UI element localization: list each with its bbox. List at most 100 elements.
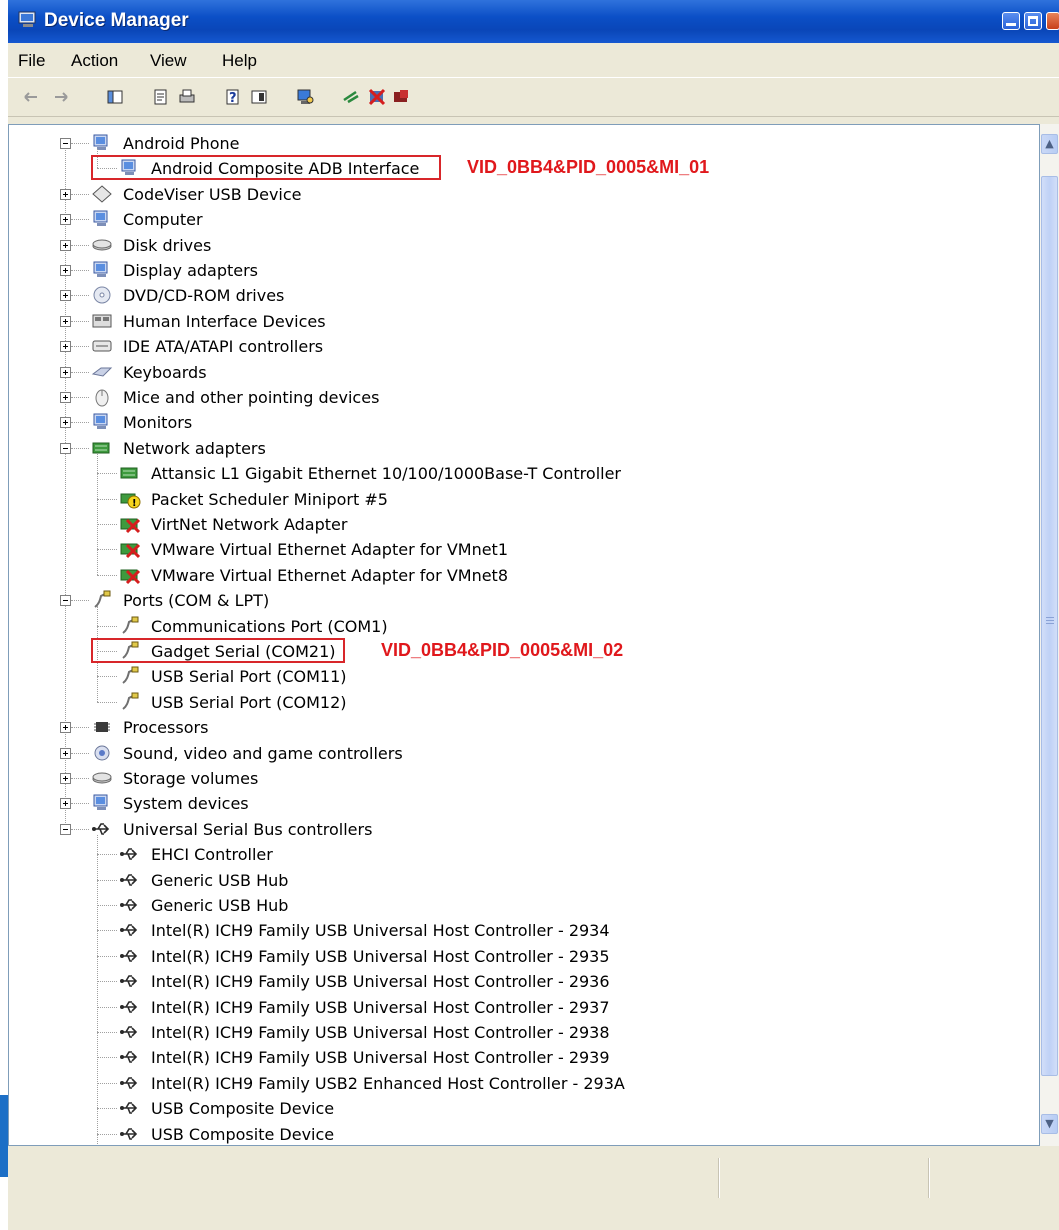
port-icon	[119, 666, 141, 686]
expand-toggle[interactable]	[60, 341, 71, 353]
update-driver-icon[interactable]	[342, 88, 360, 106]
device-category[interactable]: Keyboards	[91, 360, 791, 385]
collapse-toggle[interactable]	[60, 138, 71, 149]
help-icon[interactable]: ?	[224, 88, 242, 106]
scroll-thumb[interactable]	[1041, 176, 1058, 1076]
device-item[interactable]: USB Composite Device	[119, 1096, 819, 1121]
expand-toggle[interactable]	[60, 239, 71, 251]
device-item[interactable]: Attansic L1 Gigabit Ethernet 10/100/1000…	[119, 461, 819, 486]
view-icon[interactable]	[250, 88, 268, 106]
tree-connector	[97, 1108, 117, 1110]
device-category[interactable]: Human Interface Devices	[91, 309, 791, 334]
vertical-scrollbar[interactable]: ▲ ▼	[1040, 124, 1059, 1146]
scan-hardware-icon[interactable]	[296, 88, 314, 106]
expand-toggle[interactable]	[60, 366, 71, 378]
forward-arrow-icon[interactable]	[52, 88, 70, 106]
collapse-toggle[interactable]	[60, 823, 71, 835]
device-category[interactable]: Ports (COM & LPT)	[91, 588, 791, 613]
expand-toggle[interactable]	[60, 265, 71, 276]
tree-connector	[71, 295, 89, 297]
tree-connector	[71, 397, 89, 398]
collapse-toggle[interactable]	[60, 595, 71, 607]
tree-guide-line	[97, 834, 98, 1145]
device-category[interactable]: Storage volumes	[91, 766, 791, 791]
title-bar[interactable]: Device Manager	[8, 0, 1059, 43]
console-tree-icon[interactable]	[106, 88, 124, 106]
device-item[interactable]: USB Serial Port (COM11)	[119, 664, 819, 689]
device-category[interactable]: Disk drives	[91, 233, 791, 258]
expand-toggle[interactable]	[60, 747, 71, 759]
device-label: Intel(R) ICH9 Family USB2 Enhanced Host …	[151, 1073, 625, 1093]
device-category[interactable]: Universal Serial Bus controllers	[91, 817, 791, 842]
device-category[interactable]: DVD/CD-ROM drives	[91, 283, 791, 308]
disable-device-icon[interactable]	[368, 88, 386, 106]
usb-icon	[119, 870, 141, 890]
device-category[interactable]: Computer	[91, 207, 791, 232]
device-category[interactable]: Monitors	[91, 410, 791, 435]
device-item[interactable]: VirtNet Network Adapter	[119, 512, 819, 537]
expand-toggle[interactable]	[60, 214, 71, 226]
disk-icon	[91, 768, 113, 788]
expand-toggle[interactable]	[60, 315, 71, 327]
tree-connector	[97, 930, 117, 932]
device-label: System devices	[123, 794, 249, 814]
status-bar	[8, 1150, 1059, 1230]
properties-icon[interactable]	[152, 88, 170, 106]
device-item[interactable]: ! Packet Scheduler Miniport #5	[119, 487, 819, 512]
print-icon[interactable]	[178, 88, 196, 106]
collapse-toggle[interactable]	[60, 442, 71, 454]
device-item[interactable]: Intel(R) ICH9 Family USB2 Enhanced Host …	[119, 1071, 819, 1096]
device-item[interactable]: Communications Port (COM1)	[119, 614, 819, 639]
expand-toggle[interactable]	[60, 722, 71, 734]
status-separator	[928, 1158, 930, 1198]
device-label: Network adapters	[123, 438, 266, 458]
device-item[interactable]: Generic USB Hub	[119, 893, 819, 918]
network-icon	[91, 438, 113, 458]
device-item[interactable]: USB Serial Port (COM12)	[119, 690, 819, 715]
device-category[interactable]: Network adapters	[91, 436, 791, 461]
device-item[interactable]: USB Composite Device	[119, 1122, 819, 1145]
back-arrow-icon[interactable]	[22, 88, 40, 106]
vid-pid-annotation: VID_0BB4&PID_0005&MI_01	[467, 157, 710, 178]
usb-icon	[91, 819, 113, 839]
device-category[interactable]: Mice and other pointing devices	[91, 385, 791, 410]
scroll-up-button[interactable]: ▲	[1041, 134, 1058, 154]
device-item[interactable]: Intel(R) ICH9 Family USB Universal Host …	[119, 995, 819, 1020]
device-item[interactable]: Generic USB Hub	[119, 868, 819, 893]
device-category[interactable]: Processors	[91, 715, 791, 740]
expand-toggle[interactable]	[60, 188, 71, 200]
device-item[interactable]: EHCI Controller	[119, 842, 819, 867]
device-item[interactable]: Intel(R) ICH9 Family USB Universal Host …	[119, 1020, 819, 1045]
tree-connector	[97, 473, 117, 475]
device-category[interactable]: Sound, video and game controllers	[91, 741, 791, 766]
expand-toggle[interactable]	[60, 798, 71, 810]
device-category[interactable]: Android Phone	[91, 131, 791, 156]
device-item[interactable]: VMware Virtual Ethernet Adapter for VMne…	[119, 537, 819, 562]
device-item[interactable]: VMware Virtual Ethernet Adapter for VMne…	[119, 563, 819, 588]
device-item[interactable]: Intel(R) ICH9 Family USB Universal Host …	[119, 969, 819, 994]
tree-connector	[97, 625, 117, 627]
device-label: Generic USB Hub	[151, 896, 289, 915]
expand-toggle[interactable]	[60, 773, 71, 784]
uninstall-device-icon[interactable]	[392, 88, 410, 106]
expand-toggle[interactable]	[60, 417, 71, 429]
expand-toggle[interactable]	[60, 392, 71, 403]
menu-file[interactable]: File	[18, 51, 45, 71]
device-category[interactable]: System devices	[91, 791, 791, 816]
maximize-button[interactable]	[1024, 12, 1042, 30]
expand-toggle[interactable]	[60, 290, 71, 302]
device-tree-pane[interactable]: Android Phone Android Composite ADB Inter…	[8, 124, 1040, 1146]
device-category[interactable]: IDE ATA/ATAPI controllers	[91, 334, 791, 359]
tree-connector	[71, 219, 89, 221]
device-item[interactable]: Intel(R) ICH9 Family USB Universal Host …	[119, 1045, 819, 1070]
minimize-button[interactable]	[1002, 12, 1020, 30]
menu-action[interactable]: Action	[71, 51, 118, 71]
menu-view[interactable]: View	[150, 51, 187, 71]
scroll-down-button[interactable]: ▼	[1041, 1114, 1058, 1134]
device-item[interactable]: Intel(R) ICH9 Family USB Universal Host …	[119, 944, 819, 969]
menu-help[interactable]: Help	[222, 51, 257, 71]
device-item[interactable]: Intel(R) ICH9 Family USB Universal Host …	[119, 918, 819, 943]
device-category[interactable]: Display adapters	[91, 258, 791, 283]
close-button[interactable]	[1046, 12, 1059, 30]
device-category[interactable]: CodeViser USB Device	[91, 182, 791, 207]
